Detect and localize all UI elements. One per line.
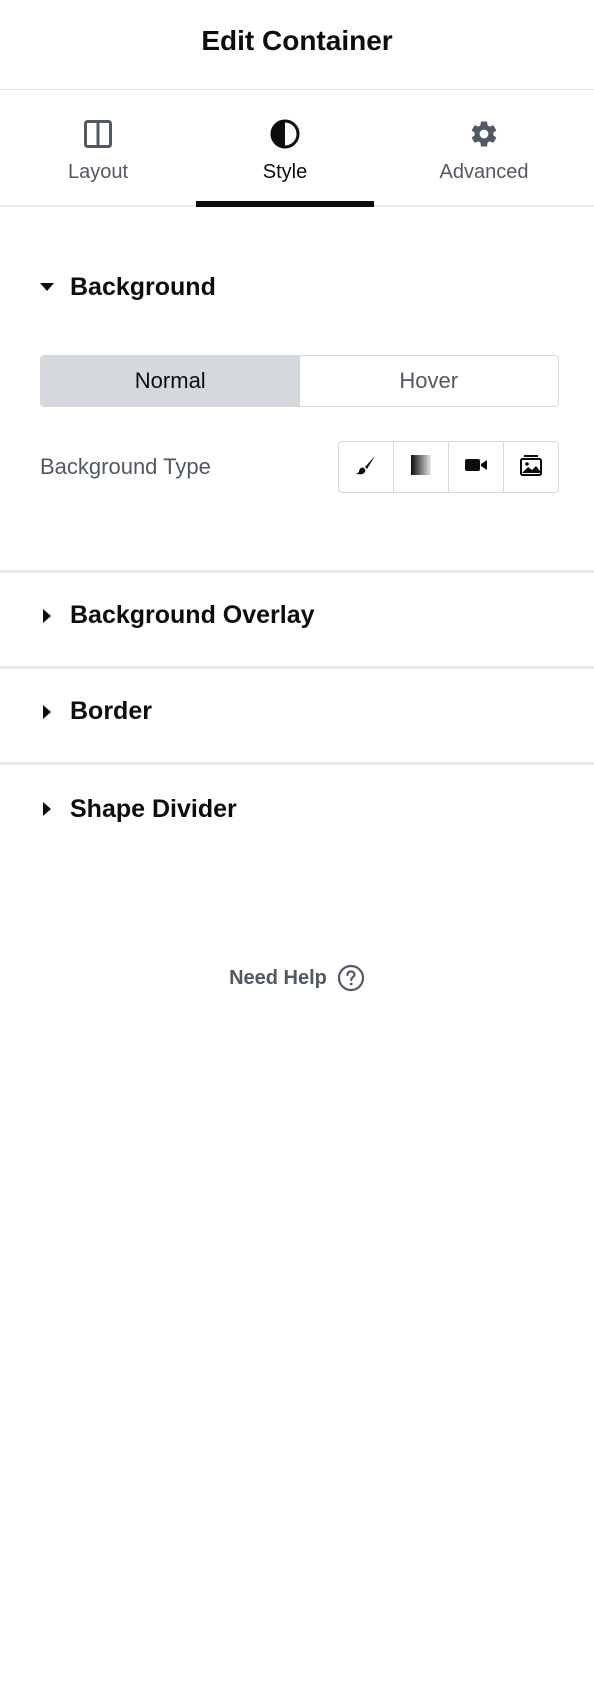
tab-style[interactable]: Style	[196, 90, 374, 207]
half-circle-icon	[268, 117, 302, 151]
shape-divider-section-header[interactable]: Shape Divider	[40, 789, 237, 829]
need-help-link[interactable]: Need Help	[0, 964, 594, 992]
background-type-label: Background Type	[40, 454, 211, 479]
question-circle-icon	[337, 964, 365, 992]
state-toggle: Normal Hover	[40, 355, 559, 407]
caret-down-icon	[40, 280, 54, 294]
panel-header: Edit Container	[0, 0, 594, 90]
tab-layout-label: Layout	[67, 161, 129, 183]
video-icon	[464, 456, 488, 479]
gear-icon	[467, 117, 501, 151]
background-type-row: Background Type	[40, 441, 559, 493]
background-section: Background Normal Hover Background Type	[0, 207, 594, 573]
editor-panel: Edit Container Layout Style Advanced Bac…	[0, 0, 594, 1694]
background-type-video-button[interactable]	[449, 442, 504, 492]
shape-divider-section: Shape Divider	[0, 765, 594, 861]
shape-divider-section-title: Shape Divider	[70, 794, 237, 823]
background-section-header[interactable]: Background	[40, 267, 216, 307]
background-type-buttons	[338, 441, 559, 493]
tab-layout[interactable]: Layout	[0, 90, 196, 205]
brush-icon	[355, 454, 377, 481]
background-type-classic-button[interactable]	[339, 442, 394, 492]
border-section-header[interactable]: Border	[40, 692, 152, 732]
tab-bar: Layout Style Advanced	[0, 90, 594, 207]
layout-columns-icon	[81, 117, 115, 151]
need-help-label: Need Help	[229, 966, 327, 989]
tab-advanced[interactable]: Advanced	[374, 90, 594, 205]
panel-title: Edit Container	[201, 24, 393, 56]
tab-style-label: Style	[262, 161, 308, 183]
background-section-title: Background	[70, 272, 216, 301]
slideshow-icon	[519, 453, 543, 482]
background-type-gradient-button[interactable]	[394, 442, 449, 492]
background-overlay-section-header[interactable]: Background Overlay	[40, 596, 315, 636]
caret-right-icon	[40, 704, 54, 719]
toggle-hover[interactable]: Hover	[300, 356, 559, 406]
caret-right-icon	[40, 802, 54, 816]
gradient-icon	[410, 454, 432, 481]
background-overlay-section: Background Overlay	[0, 573, 594, 669]
caret-right-icon	[40, 608, 54, 623]
background-type-slideshow-button[interactable]	[504, 442, 558, 492]
border-section-title: Border	[70, 697, 152, 725]
background-overlay-section-title: Background Overlay	[70, 601, 315, 629]
border-section: Border	[0, 669, 594, 765]
tab-advanced-label: Advanced	[439, 161, 529, 183]
toggle-normal[interactable]: Normal	[41, 356, 300, 406]
